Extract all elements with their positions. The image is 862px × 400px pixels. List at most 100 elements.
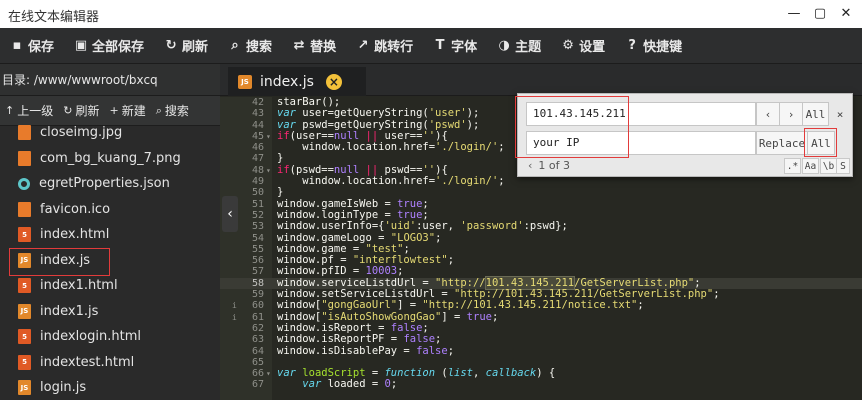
search-icon: ⌕ (155, 103, 162, 117)
toolbar-button-goto-line[interactable]: ↗ 跳转行 (346, 28, 423, 64)
toolbar-button-save[interactable]: ▪ 保存 (0, 28, 64, 64)
help-icon: ? (628, 38, 636, 53)
search-option-toggle[interactable]: .* (784, 158, 801, 174)
file-item[interactable]: 5 index.html (0, 222, 220, 248)
toolbar-button-help[interactable]: ? 快捷键 (615, 28, 692, 64)
window-controls: — ▢ ✕ (786, 4, 854, 22)
html-file-icon: 5 (18, 227, 31, 243)
js-file-icon: JS (238, 74, 252, 89)
search-option-toggle[interactable]: \b (820, 158, 837, 174)
line-number: 57 (251, 266, 264, 278)
match-count: 1 of 3 (538, 159, 570, 172)
file-item[interactable]: 5 index1.html (0, 273, 220, 299)
find-prev-button[interactable]: ‹ (756, 102, 780, 126)
line-number: 46 (251, 142, 264, 154)
sidebar-tool-label: 搜索 (164, 104, 189, 118)
line-number: 66 (251, 368, 264, 380)
line-number: 55 (251, 243, 264, 255)
line-number: 42 (251, 97, 264, 108)
file-item[interactable]: egretProperties.json (0, 171, 220, 197)
toolbar-button-save-all[interactable]: ▣ 全部保存 (64, 28, 154, 64)
file-item[interactable]: 5 indexlogin.html (0, 324, 220, 350)
file-name: login.js (40, 380, 87, 396)
sidebar-tool-plus[interactable]: + 新建 (104, 102, 150, 119)
fold-arrow-icon[interactable]: ▾ (266, 131, 271, 142)
close-icon[interactable]: × (831, 102, 849, 126)
fold-arrow-icon[interactable]: ▾ (266, 368, 271, 379)
editor-toolbar: ▪ 保存 ▣ 全部保存 ↻ 刷新 ⌕ 搜索 ⇄ 替换 ↗ 跳转行 T 字体 ◑ 主题 ⚙ 设置? 快捷键 (0, 28, 862, 64)
toolbar-button-replace[interactable]: ⇄ 替换 (282, 28, 346, 64)
line-number: 43 (251, 108, 264, 120)
toolbar-button-theme[interactable]: ◑ 主题 (487, 28, 551, 64)
file-name: index.js (40, 252, 91, 268)
line-number: 64 (251, 345, 264, 357)
fold-arrow-icon[interactable]: ▾ (266, 165, 271, 176)
toggle-replace-icon[interactable]: ‹ (528, 159, 532, 172)
tab-label: index.js (260, 73, 314, 90)
file-name: index.html (40, 227, 110, 243)
js-file-icon: JS (18, 252, 31, 268)
toolbar-button-label: 设置 (579, 40, 606, 55)
line-number: 65 (251, 356, 264, 368)
toolbar-button-label: 快捷键 (643, 40, 683, 55)
image-file-icon (18, 125, 31, 141)
sidebar-tool-search[interactable]: ⌕ 搜索 (151, 102, 194, 119)
toolbar-button-label: 刷新 (182, 40, 209, 55)
up-arrow-icon: ↑ (5, 104, 15, 117)
replace-all-highlight (804, 128, 837, 157)
replace-icon: ⇄ (293, 38, 305, 53)
search-option-toggle[interactable]: Aa (802, 158, 819, 174)
replace-button[interactable]: Replace (756, 131, 808, 155)
toolbar-button-label: 全部保存 (92, 40, 145, 55)
code-text: window.location.href='./login/'; (277, 175, 505, 188)
search-option-toggle[interactable]: S (836, 158, 850, 174)
refresh-icon: ↻ (165, 38, 177, 53)
code-line: 63 window.isReportPF = false; (220, 333, 862, 346)
code-text: } (277, 186, 284, 199)
toolbar-button-refresh[interactable]: ↻ 刷新 (154, 28, 218, 64)
tab-index-js[interactable]: JS index.js × (228, 67, 366, 96)
file-item[interactable]: 5 indextest.html (0, 350, 220, 376)
sidebar-tool-refresh[interactable]: ↻ 刷新 (58, 102, 104, 119)
collapse-sidebar-button[interactable]: ‹ (222, 196, 238, 232)
sidebar-tool-label: 上一级 (17, 104, 54, 118)
line-number: 62 (251, 322, 264, 334)
js-file-icon: JS (18, 380, 31, 396)
toolbar-button-search[interactable]: ⌕ 搜索 (218, 28, 282, 64)
line-number: 56 (251, 255, 264, 267)
refresh-icon: ↻ (63, 104, 73, 117)
toolbar-button-label: 替换 (310, 40, 337, 55)
file-item[interactable]: com_bg_kuang_7.png (0, 146, 220, 172)
file-sidebar: 目录: /www/wwwroot/bxcq ↑ 上一级 ↻ 刷新 + 新建 ⌕ 搜索 clos… (0, 64, 220, 400)
html-file-icon: 5 (18, 329, 31, 345)
code-line: 50} (220, 186, 862, 199)
file-item[interactable]: JS index1.js (0, 299, 220, 325)
find-all-button[interactable]: All (802, 102, 829, 126)
sidebar-tool-up-arrow[interactable]: ↑ 上一级 (0, 102, 58, 119)
line-number: 58 (251, 277, 264, 289)
toolbar-button-gear[interactable]: ⚙ 设置 (551, 28, 615, 64)
file-item[interactable]: favicon.ico (0, 197, 220, 223)
close-icon[interactable]: ✕ (838, 4, 854, 22)
line-number: 63 (251, 334, 264, 346)
find-next-button[interactable]: › (779, 102, 803, 126)
html-file-icon: 5 (18, 278, 31, 294)
file-name: egretProperties.json (39, 176, 170, 192)
window-title: 在线文本编辑器 (8, 10, 100, 25)
info-marker-icon: i (232, 301, 237, 311)
file-item[interactable]: JS login.js (0, 375, 220, 400)
maximize-icon[interactable]: ▢ (812, 4, 828, 22)
sidebar-tool-label: 刷新 (75, 104, 100, 118)
file-name: com_bg_kuang_7.png (40, 150, 181, 166)
file-item[interactable]: JS index.js (0, 247, 220, 275)
close-icon[interactable]: × (325, 73, 342, 90)
toolbar-button-font[interactable]: T 字体 (423, 28, 487, 64)
code-text: window.isDisablePay = false; (277, 344, 455, 357)
image-file-icon (18, 201, 31, 217)
file-name: favicon.ico (40, 201, 111, 217)
title-bar: 在线文本编辑器 — ▢ ✕ (0, 0, 862, 28)
minimize-icon[interactable]: — (786, 4, 802, 22)
file-item[interactable]: closeimg.jpg (0, 120, 220, 146)
line-number: 49 (251, 176, 264, 188)
file-name: indexlogin.html (40, 329, 141, 345)
